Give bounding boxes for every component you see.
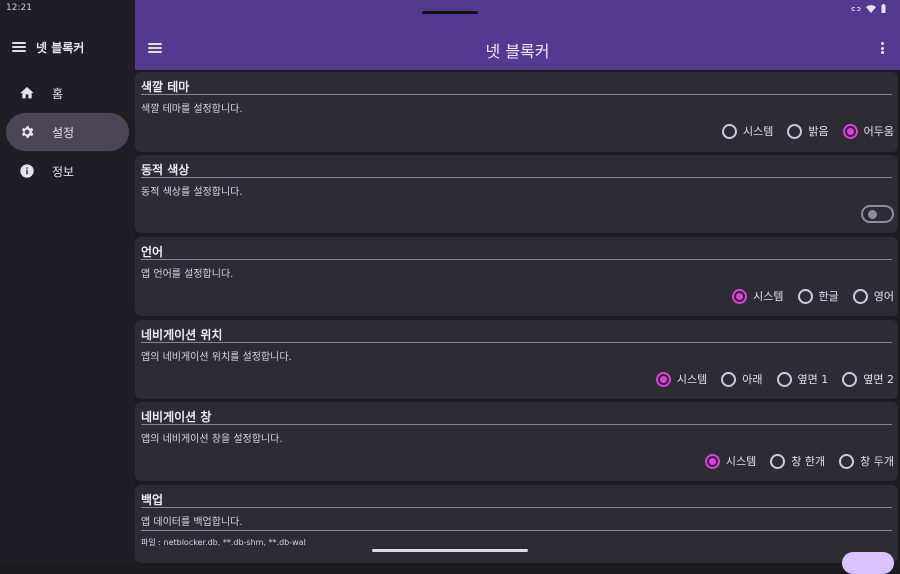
divider [141,177,892,178]
nav-item-settings[interactable]: 설정 [6,113,129,151]
radio-button[interactable] [776,371,792,387]
radio-button[interactable] [722,123,737,139]
wifi-icon [866,4,876,13]
radio-button[interactable] [839,453,855,469]
radio-option[interactable]: 어두움 [842,123,894,139]
page-title: 넷 블록커 [485,42,550,61]
dynamic-color-card: 동적 색상 동적 색상를 설정합니다. [135,155,898,233]
camera-handle [422,11,478,14]
radio-option[interactable]: 밝음 [787,123,829,139]
menu-icon[interactable] [12,42,26,52]
radio-button-selected[interactable] [655,371,671,387]
gesture-nav-bar[interactable] [372,549,528,552]
language-radio-group: 시스템 한글 영어 [732,288,894,304]
card-description: 색깔 테마를 설정합니다. [141,104,243,115]
radio-button[interactable] [721,371,737,387]
radio-option[interactable]: 한글 [797,288,839,304]
card-description: 앱의 네비게이션 위치를 설정합니다. [141,352,292,363]
divider [141,530,892,531]
radio-option[interactable]: 영어 [852,288,894,304]
nav-item-label: 설정 [52,125,75,140]
radio-option[interactable]: 시스템 [732,288,784,304]
info-icon [18,162,36,180]
radio-button-selected[interactable] [842,123,858,139]
nav-item-home[interactable]: 홈 [6,74,129,112]
radio-button[interactable] [770,453,786,469]
radio-button[interactable] [842,371,858,387]
status-time: 12:21 [6,3,32,13]
divider [141,94,892,95]
nav-position-radio-group: 시스템 아래 옆면 1 옆면 2 [655,371,894,387]
radio-option[interactable]: 시스템 [655,371,707,387]
radio-button-selected[interactable] [732,288,748,304]
radio-option[interactable]: 시스템 [704,453,756,469]
backup-button[interactable] [842,552,894,574]
drawer-header: 넷 블록커 [12,38,84,56]
card-title: 네비게이션 위치 [141,328,223,342]
link-icon [851,6,861,11]
radio-option[interactable]: 옆면 1 [776,371,828,387]
radio-option[interactable]: 창 한개 [770,453,825,469]
divider [141,507,892,508]
card-description: 앱 언어를 설정합니다. [141,269,234,280]
theme-radio-group: 시스템 밝음 어두움 [722,123,894,139]
card-title: 네비게이션 창 [141,410,212,424]
nav-item-info[interactable]: 정보 [6,152,129,190]
top-app-bar: 넷 블록커 [135,0,900,70]
battery-icon [881,4,886,13]
divider [141,424,892,425]
gear-icon [18,123,36,141]
dynamic-color-switch[interactable] [861,205,894,223]
drawer-title: 넷 블록커 [36,40,85,55]
divider [141,342,892,343]
backup-files-text: 파일 : netblocker.db, **.db-shm, **.db-wal [141,538,306,547]
theme-card: 색깔 테마 색깔 테마를 설정합니다. 시스템 밝음 어두움 [135,72,898,152]
card-title: 색깔 테마 [141,80,190,94]
card-title: 언어 [141,245,164,259]
home-icon [18,84,36,102]
nav-position-card: 네비게이션 위치 앱의 네비게이션 위치를 설정합니다. 시스템 아래 옆면 1… [135,320,898,399]
divider [141,259,892,260]
more-options-icon[interactable] [880,42,884,54]
card-title: 백업 [141,493,164,507]
radio-option[interactable]: 시스템 [722,123,773,139]
nav-window-card: 네비게이션 창 앱의 네비게이션 창을 설정합니다. 시스템 창 한개 창 두개 [135,402,898,481]
radio-button[interactable] [797,288,813,304]
language-card: 언어 앱 언어를 설정합니다. 시스템 한글 영어 [135,237,898,316]
nav-item-label: 홈 [52,86,64,101]
card-description: 앱 데이터를 백업합니다. [141,517,243,528]
status-icons [851,4,886,13]
radio-button[interactable] [852,288,868,304]
card-description: 동적 색상를 설정합니다. [141,187,243,198]
radio-button[interactable] [787,123,803,139]
card-description: 앱의 네비게이션 창을 설정합니다. [141,434,283,445]
radio-option[interactable]: 옆면 2 [842,371,894,387]
card-title: 동적 색상 [141,163,190,177]
nav-item-label: 정보 [52,164,75,179]
navigation-drawer: 12:21 넷 블록커 홈 설정 정보 [0,0,135,563]
nav-window-radio-group: 시스템 창 한개 창 두개 [704,453,894,469]
radio-option[interactable]: 창 두개 [839,453,894,469]
radio-option[interactable]: 아래 [721,371,763,387]
radio-button-selected[interactable] [704,453,720,469]
